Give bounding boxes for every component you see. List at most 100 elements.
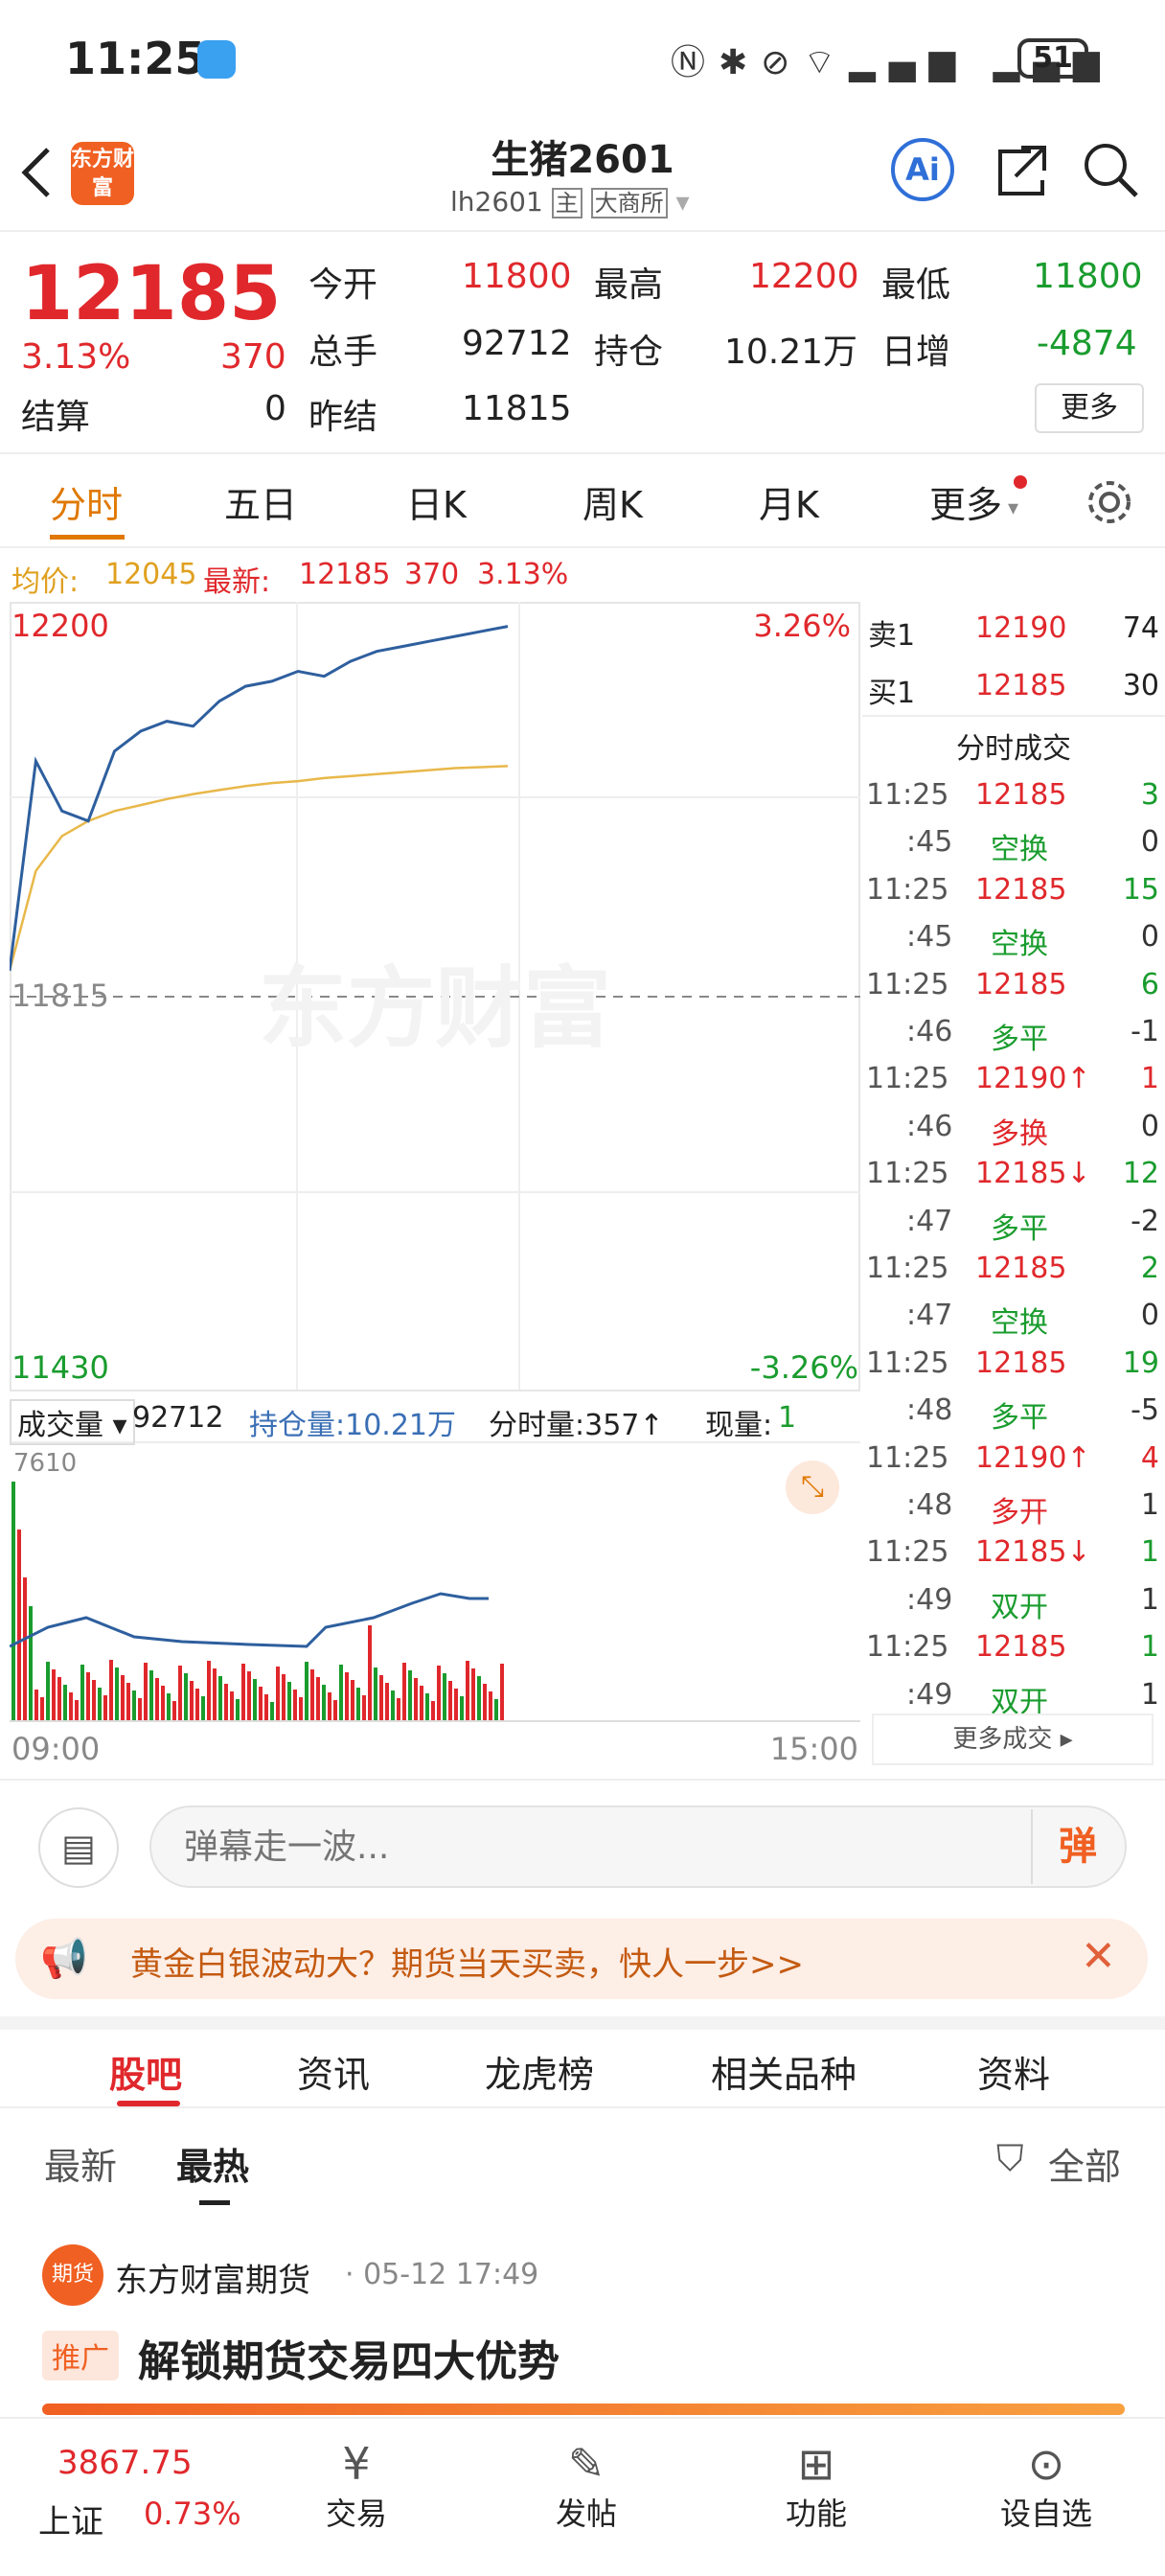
tab-guba[interactable]: 股吧 <box>109 2045 182 2098</box>
tab-intraday[interactable]: 分时 <box>50 475 123 528</box>
volume-bar <box>333 1700 337 1721</box>
search-icon[interactable] <box>1081 140 1140 199</box>
volume-bar <box>471 1668 475 1721</box>
volume-bar <box>46 1662 50 1721</box>
chart-oi: 持仓量:10.21万 <box>249 1409 456 1442</box>
tick-row: :47 多平 -2 <box>862 1199 1165 1247</box>
volume-bar <box>40 1697 44 1721</box>
ai-button[interactable]: Ai <box>891 138 954 201</box>
danmu-input[interactable] <box>149 1806 1127 1888</box>
sell-price: 12190 <box>975 611 1067 645</box>
tab-five-day[interactable]: 五日 <box>224 475 297 528</box>
avg-value: 12045 <box>105 558 197 591</box>
oi-change-value: -4874 <box>1037 324 1137 363</box>
buy-volume: 30 <box>1122 669 1159 702</box>
prev-settle-value: 11815 <box>462 389 572 428</box>
tab-dragon-tiger[interactable]: 龙虎榜 <box>485 2045 594 2098</box>
sort-hot[interactable]: 最热 <box>176 2137 249 2190</box>
nav-watchlist[interactable]: ⊙ 设自选 <box>970 2438 1123 2534</box>
contract-subtitle[interactable]: lh2601 主 大商所 ▾ <box>450 184 690 218</box>
tick-volume: 3 <box>1140 778 1159 812</box>
tick-time: 11:25 <box>866 778 949 812</box>
y-top-label: 12200 <box>11 608 109 644</box>
post-title[interactable]: 解锁期货交易四大优势 <box>138 2327 560 2388</box>
settings-icon[interactable] <box>1085 477 1134 527</box>
volume-bar <box>489 1691 492 1721</box>
tab-weekly[interactable]: 周K <box>582 475 643 528</box>
tick-price: 空换 <box>991 1306 1048 1341</box>
high-value: 12200 <box>749 257 859 296</box>
volume-bar <box>443 1673 446 1721</box>
watermark: 东方财富 <box>259 957 612 1060</box>
volume-bar <box>103 1695 107 1721</box>
tick-price: 空换 <box>991 928 1048 962</box>
vol-max-label: 7610 <box>13 1449 78 1478</box>
tab-profile[interactable]: 资料 <box>977 2045 1050 2098</box>
filter-all[interactable]: 全部 <box>1048 2137 1121 2190</box>
more-button[interactable]: 更多 <box>1035 383 1144 433</box>
volume-bar <box>126 1683 130 1721</box>
tab-news[interactable]: 资讯 <box>297 2045 370 2098</box>
settle-label: 结算 <box>21 398 91 437</box>
index-ticker[interactable]: 3867.75 上证 0.73% <box>38 2428 249 2563</box>
tick-row: 11:25 12185 6 <box>862 962 1165 1010</box>
tab-more[interactable]: 更多 <box>929 475 1002 528</box>
tick-price: 12185 <box>975 1630 1067 1665</box>
tick-price: 多平 <box>991 1401 1048 1436</box>
tick-time: 11:25 <box>866 1062 949 1096</box>
sell-volume: 74 <box>1122 611 1159 645</box>
quote-panel: 12185 3.13% 370 结算 0 今开 11800 最高 12200 最… <box>0 234 1165 452</box>
tick-price: 12185 <box>975 872 1067 907</box>
tick-time: 11:25 <box>866 1535 949 1570</box>
expand-icon[interactable]: ⤡ <box>786 1460 839 1514</box>
nav-function[interactable]: ⊞ 功能 <box>740 2438 893 2534</box>
tab-related[interactable]: 相关品种 <box>711 2045 857 2098</box>
bottom-nav: 3867.75 上证 0.73% ¥ 交易 ✎ 发帖 ⊞ 功能 ⊙ 设自选 <box>0 2417 1165 2576</box>
volume-bar <box>172 1701 176 1721</box>
tick-volume: 12 <box>1122 1157 1159 1191</box>
nav-trade[interactable]: ¥ 交易 <box>280 2438 433 2534</box>
volume-bar <box>362 1695 366 1721</box>
tick-row: 11:25 12185 15 <box>862 867 1165 915</box>
nav-post[interactable]: ✎ 发帖 <box>510 2438 663 2534</box>
avg-label: 均价: <box>11 565 80 599</box>
y-bottom-label: 11430 <box>11 1349 109 1386</box>
tick-time: :49 <box>906 1582 953 1617</box>
tick-volume: 1 <box>1140 1582 1159 1617</box>
tick-volume: 1 <box>1140 1677 1159 1712</box>
close-icon[interactable]: ✕ <box>1081 1932 1116 1981</box>
author-name[interactable]: 东方财富期货 <box>115 2254 310 2301</box>
status-time: 11:25 <box>65 33 206 84</box>
post-item[interactable]: 期货 东方财富期货 · 05-12 17:49 推广 解锁期货交易四大优势 <box>0 2233 1165 2415</box>
sort-latest[interactable]: 最新 <box>44 2137 117 2190</box>
tab-daily[interactable]: 日K <box>406 475 467 528</box>
nav-function-label: 功能 <box>785 2496 847 2532</box>
filter-icon[interactable]: ⛉ <box>996 2137 1024 2180</box>
more-circle-icon: ⊙ <box>1027 2438 1065 2490</box>
edit-icon: ✎ <box>567 2438 605 2490</box>
back-icon[interactable] <box>17 144 56 201</box>
volume-bar <box>345 1672 349 1721</box>
ticks-title: 分时成交 <box>956 732 1071 766</box>
current-label: 现量: <box>705 1409 773 1442</box>
danmu-send-button[interactable]: 弹 <box>1031 1809 1123 1884</box>
tick-price: 12185 <box>975 1252 1067 1285</box>
tick-volume: -5 <box>1131 1393 1159 1428</box>
tick-volume: 0 <box>1140 1109 1159 1143</box>
danmu-settings-icon[interactable]: ▤ <box>38 1807 119 1888</box>
volume-bar <box>494 1699 498 1721</box>
volume-bar <box>460 1696 464 1721</box>
volume-bar <box>138 1698 142 1721</box>
volume-bar <box>310 1669 314 1721</box>
volume-info-bar: 成交量 ▾ 92712 持仓量:10.21万 分时量:357↑ 现量: 1 <box>10 1395 860 1445</box>
intraday-chart[interactable]: 东方财富 12200 3.26% 11815 11430 -3.26% 成交量 … <box>10 602 860 1775</box>
volume-bar <box>161 1686 165 1721</box>
volume-selector[interactable]: 成交量 ▾ <box>10 1399 135 1445</box>
tab-monthly[interactable]: 月K <box>759 475 819 528</box>
tick-row: 11:25 12185 1 <box>862 1624 1165 1672</box>
order-book-panel: 卖1 12190 74 买1 12185 30 分时成交 11:25 12185 3… <box>862 602 1165 1775</box>
promo-banner[interactable]: 📢 黄金白银波动大？期货当天买卖，快人一步>> ✕ <box>15 1919 1148 1999</box>
share-icon[interactable] <box>993 142 1050 199</box>
more-ticks-button[interactable]: 更多成交 ▸ <box>872 1714 1154 1765</box>
tick-volume: 分时量:357↑ <box>489 1409 664 1442</box>
